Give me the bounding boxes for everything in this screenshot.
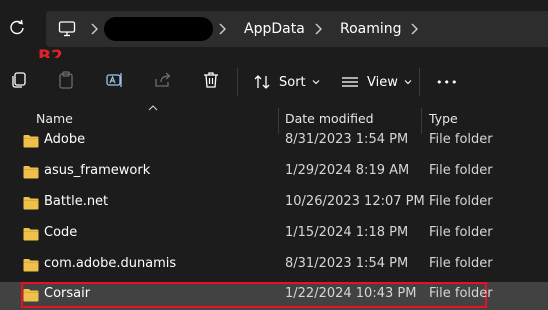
chevron-right-icon[interactable] [312,20,324,38]
chevron-right-icon[interactable] [216,20,228,38]
column-header-date[interactable]: Date modified [285,111,374,126]
more-options-button[interactable]: ••• [436,68,458,96]
address-field[interactable]: AppData Roaming [46,11,548,47]
view-button[interactable]: View [341,68,412,96]
command-toolbar: Sort View ••• [0,58,548,106]
file-type: File folder [429,132,493,147]
copy-icon[interactable] [9,70,29,90]
folder-icon [23,197,39,210]
address-bar-area: AppData Roaming [0,0,548,58]
file-date: 10/26/2023 12:07 PM [285,194,425,209]
file-date: 8/31/2023 1:54 PM [285,132,409,147]
file-name: com.adobe.dunamis [44,256,177,271]
breadcrumb-roaming[interactable]: Roaming [340,19,402,39]
chevron-down-icon [312,80,320,85]
file-name: Adobe [44,132,86,147]
file-type: File folder [429,225,493,240]
file-name: Code [44,225,78,240]
file-type: File folder [429,163,493,178]
refresh-icon[interactable] [8,18,26,38]
file-name: asus_framework [44,163,151,178]
file-list: Name Date modified Type Adobe 8/31/2023 … [0,105,548,310]
this-pc-icon [58,21,76,37]
folder-icon [23,135,39,148]
file-type: File folder [429,286,493,301]
view-label: View [367,74,398,90]
rename-icon[interactable] [105,70,125,90]
folder-icon [23,166,39,179]
list-item[interactable]: com.adobe.dunamis 8/31/2023 1:54 PM File… [0,252,548,280]
breadcrumb-appdata[interactable]: AppData [244,19,305,39]
column-header-type[interactable]: Type [429,111,458,126]
toolbar-divider [419,68,420,96]
sort-button[interactable]: Sort [253,68,320,96]
more-icon: ••• [436,75,459,89]
sort-label: Sort [279,74,306,90]
file-type: File folder [429,256,493,271]
column-header-name[interactable]: Name [36,111,73,126]
file-date: 8/31/2023 1:54 PM [285,256,409,271]
file-date: 1/15/2024 1:18 PM [285,225,409,240]
list-item[interactable]: Battle.net 10/26/2023 12:07 PM File fold… [0,190,548,218]
toolbar-divider [237,68,238,96]
redacted-username [104,17,213,41]
delete-icon[interactable] [201,70,221,90]
list-item[interactable]: asus_framework 1/29/2024 8:19 AM File fo… [0,159,548,187]
paste-icon[interactable] [56,70,76,90]
file-date: 1/22/2024 10:43 PM [285,286,417,301]
chevron-down-icon [404,80,412,85]
sort-ascending-icon [148,105,158,111]
selection-highlight-box [21,282,487,308]
list-item[interactable]: Adobe 8/31/2023 1:54 PM File folder [0,128,548,156]
share-icon[interactable] [153,70,173,90]
folder-icon [23,289,39,302]
list-item[interactable]: Code 1/15/2024 1:18 PM File folder [0,221,548,249]
file-type: File folder [429,194,493,209]
folder-icon [23,228,39,241]
view-icon [342,77,358,87]
folder-icon [23,259,39,272]
file-name: Corsair [44,286,91,301]
file-name: Battle.net [44,194,109,209]
file-date: 1/29/2024 8:19 AM [285,163,410,178]
chevron-right-icon[interactable] [88,20,100,38]
sort-icon [254,75,270,89]
chevron-right-icon[interactable] [408,20,420,38]
